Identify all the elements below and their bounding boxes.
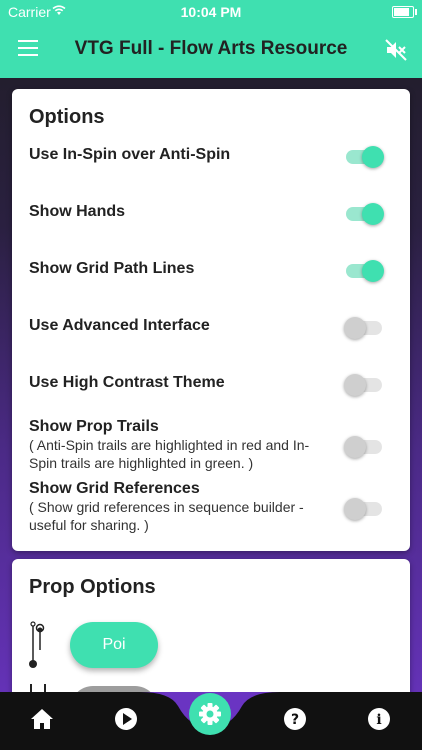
option-description: ( Anti-Spin trails are highlighted in re…: [29, 437, 310, 471]
info-icon[interactable]: i: [364, 704, 394, 734]
toggle-high-contrast[interactable]: [344, 374, 382, 396]
prop-options-heading: Prop Options: [29, 576, 156, 598]
play-icon[interactable]: [111, 704, 141, 734]
poi-button[interactable]: Poi: [70, 622, 158, 668]
status-bar: Carrier 10:04 PM: [0, 0, 422, 24]
volume-muted-icon[interactable]: [384, 38, 408, 62]
option-grid-path-lines: Show Grid Path Lines: [29, 260, 384, 282]
toggle-grid-path-lines[interactable]: [346, 260, 384, 282]
toggle-in-spin[interactable]: [346, 146, 384, 168]
help-icon[interactable]: ?: [280, 704, 310, 734]
option-in-spin: Use In-Spin over Anti-Spin: [29, 146, 384, 168]
option-label: Show Grid References: [29, 480, 200, 497]
prop-icon-partial: [30, 684, 46, 692]
option-advanced-interface: Use Advanced Interface: [29, 317, 382, 339]
toggle-show-hands[interactable]: [346, 203, 384, 225]
option-label: Show Grid Path Lines: [29, 260, 195, 277]
option-high-contrast: Use High Contrast Theme: [29, 374, 382, 396]
option-label: Show Hands: [29, 203, 126, 220]
svg-text:i: i: [376, 712, 381, 728]
app-bar: VTG Full - Flow Arts Resource: [0, 24, 422, 78]
option-description: ( Show grid references in sequence build…: [29, 499, 304, 533]
options-card: Options Use In-Spin over Anti-Spin Show …: [12, 89, 410, 551]
option-label: Show Prop Trails: [29, 418, 159, 435]
svg-text:?: ?: [291, 712, 299, 728]
option-label: Use High Contrast Theme: [29, 374, 225, 391]
battery-icon: [392, 6, 417, 18]
settings-icon: [199, 703, 221, 725]
option-label: Use Advanced Interface: [29, 317, 210, 334]
poi-prop-icon: [29, 621, 45, 668]
option-show-hands: Show Hands: [29, 203, 384, 225]
toggle-grid-references[interactable]: [344, 498, 382, 520]
clock: 10:04 PM: [180, 4, 242, 20]
settings-button[interactable]: [189, 693, 231, 735]
option-prop-trails: Show Prop Trails ( Anti-Spin trails are …: [29, 418, 382, 472]
app-title: VTG Full - Flow Arts Resource: [74, 38, 348, 59]
option-grid-references: Show Grid References ( Show grid referen…: [29, 480, 382, 534]
options-heading: Options: [29, 106, 105, 128]
home-icon[interactable]: [27, 704, 57, 734]
toggle-prop-trails[interactable]: [344, 436, 382, 458]
option-label: Use In-Spin over Anti-Spin: [29, 146, 231, 163]
toggle-advanced-interface[interactable]: [344, 317, 382, 339]
